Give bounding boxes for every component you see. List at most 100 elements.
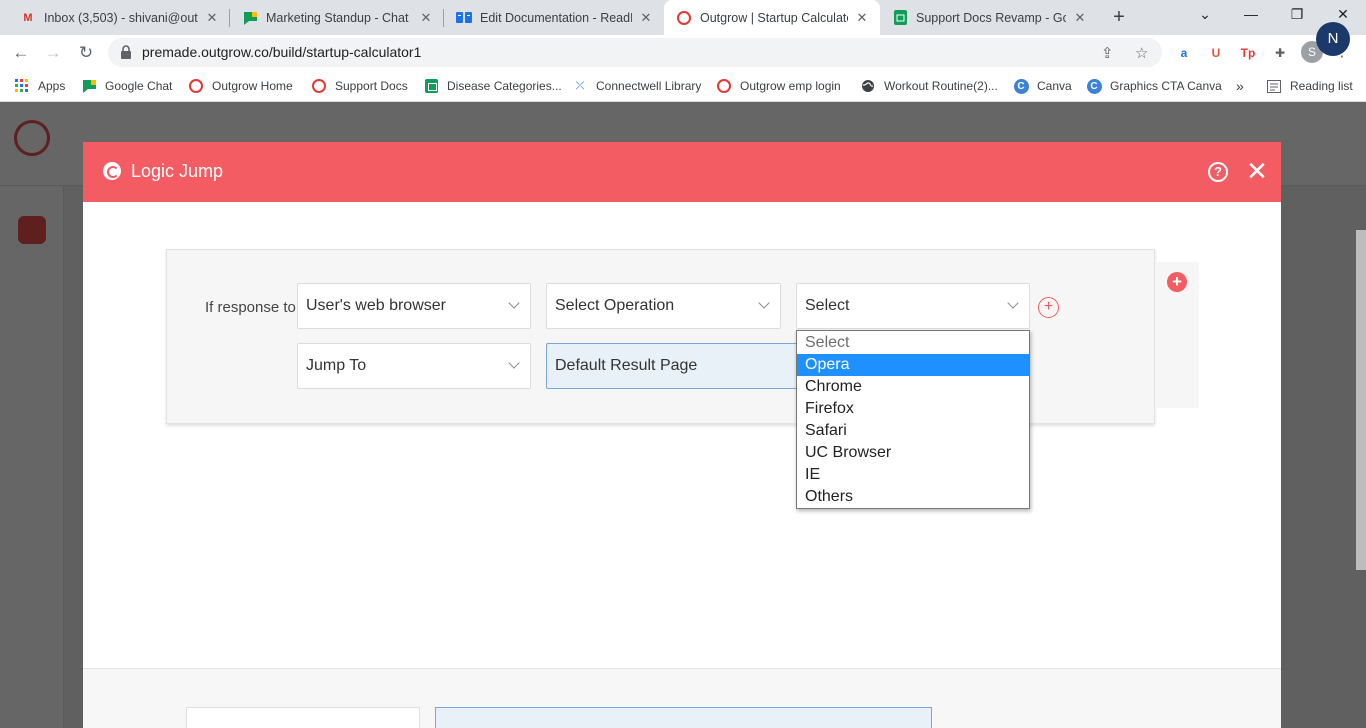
bookmark-outgrow-home[interactable]: Outgrow Home [188,76,293,96]
bookmark-workout-routine[interactable]: Workout Routine(2)... [860,76,998,96]
minimize-icon[interactable]: — [1228,0,1274,30]
jump-target-select-value: Default Result Page [555,357,698,374]
footer-highlighted-field[interactable] [435,707,932,728]
outgrow-icon [311,78,327,94]
url-text: premade.outgrow.co/build/startup-calcula… [142,44,422,60]
globe-icon [860,78,876,94]
dropdown-option-ie[interactable]: IE [797,464,1029,486]
footer-field[interactable] [186,707,420,728]
chevron-down-icon [1007,297,1019,309]
dropdown-option-firefox[interactable]: Firefox [797,398,1029,420]
tab-title: Support Docs Revamp - Goo [916,10,1066,25]
readme-icon [456,10,472,26]
tab-title: Marketing Standup - Chat [266,10,409,25]
dropdown-option-uc-browser[interactable]: UC Browser [797,442,1029,464]
add-rule-button[interactable]: + [1167,272,1187,292]
bookmark-label: Disease Categories... [447,79,562,93]
bookmark-label: Google Chat [105,79,173,93]
help-icon[interactable]: ? [1208,162,1228,182]
new-tab-icon[interactable]: + [1108,6,1130,28]
tab-title: Edit Documentation - ReadM [480,10,632,25]
reading-list-label: Reading list [1290,79,1353,93]
close-tab-icon[interactable]: ✕ [204,10,220,26]
chevron-down-icon [508,357,520,369]
close-icon[interactable]: ✕ [1245,156,1269,186]
dropdown-option-chrome[interactable]: Chrome [797,376,1029,398]
close-tab-icon[interactable]: ✕ [854,10,870,26]
jump-target-select[interactable]: Default Result Page [546,343,806,389]
tab-marketing-standup[interactable]: Marketing Standup - Chat ✕ [230,0,444,35]
gmail-icon: M [23,11,33,24]
sheets-icon [423,78,439,94]
apps-grid-icon [14,78,30,94]
modal-header: Logic Jump ? ✕ [83,142,1281,202]
tab-edit-documentation[interactable]: Edit Documentation - ReadM ✕ [444,0,664,35]
bookmark-support-docs[interactable]: Support Docs [311,76,408,96]
tab-outgrow-startup-calculator[interactable]: Outgrow | Startup Calculator ✕ [664,0,880,35]
browser-toolbar: ← → ↻ premade.outgrow.co/build/startup-c… [0,35,1366,70]
dropdown-option-opera[interactable]: Opera [797,354,1029,376]
outgrow-icon [676,10,692,26]
operation-select[interactable]: Select Operation [546,283,781,329]
bookmarks-bar: Apps Google Chat Outgrow Home Support Do… [0,70,1366,102]
jump-to-select-value: Jump To [306,357,367,374]
question-select-value: User's web browser [306,297,446,314]
forward-arrow-icon[interactable]: → [40,40,66,66]
tab-search-chevron-icon[interactable]: ⌄ [1182,0,1228,30]
bookmark-star-icon[interactable]: ☆ [1135,44,1148,62]
outgrow-icon [188,78,204,94]
reload-icon[interactable]: ↻ [73,40,99,66]
dropdown-option-safari[interactable]: Safari [797,420,1029,442]
extension-u-icon[interactable]: U [1206,43,1226,63]
chevron-down-icon [758,297,770,309]
tab-title: Outgrow | Startup Calculator [700,10,848,25]
outgrow-icon [716,78,732,94]
if-response-label: If response to [205,299,296,316]
google-chat-icon [81,78,97,94]
canva-icon: C [1086,78,1102,94]
question-select[interactable]: User's web browser [297,283,531,329]
logic-jump-modal: Logic Jump ? ✕ + If response to User's w… [83,142,1281,728]
bookmark-label: Graphics CTA Canva [1110,79,1222,93]
account-avatar[interactable]: N [1316,22,1350,56]
bookmark-connectwell-library[interactable]: ⤫ Connectwell Library [572,76,702,96]
browser-tab-bar: M Inbox (3,503) - shivani@outg ✕ Marketi… [0,0,1366,35]
address-bar[interactable]: premade.outgrow.co/build/startup-calcula… [108,38,1162,67]
value-select-value: Select [805,297,850,314]
reading-list-icon [1266,78,1282,94]
bookmark-apps[interactable]: Apps [14,76,65,96]
browser-options-dropdown: Select Opera Chrome Firefox Safari UC Br… [796,330,1030,509]
close-tab-icon[interactable]: ✕ [418,10,434,26]
lock-icon [121,45,131,59]
chevron-down-icon [508,297,520,309]
add-condition-button[interactable]: + [1038,297,1059,318]
extension-tp-icon[interactable]: Tp [1238,43,1258,63]
bookmark-disease-categories[interactable]: Disease Categories... [423,76,562,96]
back-arrow-icon[interactable]: ← [8,40,34,66]
bookmark-google-chat[interactable]: Google Chat [81,76,172,96]
close-tab-icon[interactable]: ✕ [1072,10,1088,26]
close-tab-icon[interactable]: ✕ [638,10,654,26]
share-icon[interactable]: ⇪ [1101,44,1114,62]
extensions-puzzle-icon[interactable]: ✚ [1270,43,1290,63]
dropdown-option-others[interactable]: Others [797,486,1029,508]
jump-to-select[interactable]: Jump To [297,343,531,389]
modal-footer [83,668,1281,728]
tab-gmail[interactable]: M Inbox (3,503) - shivani@outg ✕ [8,0,230,35]
reading-list[interactable]: Reading list [1266,76,1353,96]
restore-icon[interactable]: ❐ [1274,0,1320,30]
bookmark-graphics-cta-canva[interactable]: C Graphics CTA Canva [1086,76,1222,96]
bookmark-label: Outgrow Home [212,79,293,93]
tab-title: Inbox (3,503) - shivani@outg [44,10,198,25]
bookmark-outgrow-emp-login[interactable]: Outgrow emp login [716,76,841,96]
tab-support-docs-revamp[interactable]: Support Docs Revamp - Goo ✕ [880,0,1098,35]
page-scrollbar[interactable] [1356,230,1366,570]
extension-a-icon[interactable]: a [1174,43,1194,63]
connectwell-icon: ⤫ [575,79,585,92]
dropdown-option-select[interactable]: Select [797,332,1029,354]
sheets-icon [892,10,908,26]
bookmarks-overflow[interactable]: » [1236,76,1244,96]
bookmark-canva[interactable]: C Canva [1013,76,1072,96]
value-select[interactable]: Select [796,283,1030,329]
outgrow-logo-icon [103,162,121,180]
